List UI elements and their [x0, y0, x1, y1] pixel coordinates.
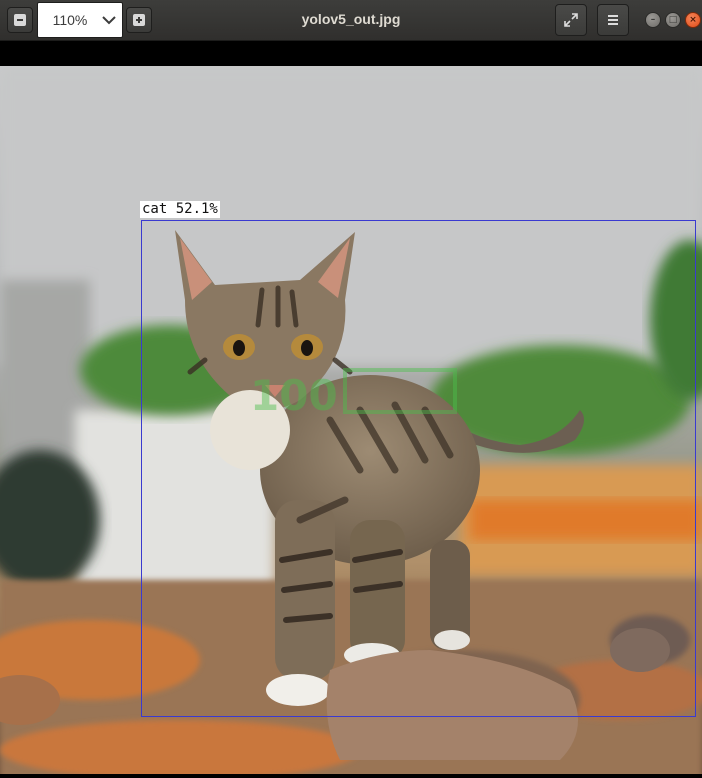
minimize-button[interactable]: – [645, 12, 661, 28]
close-button[interactable]: × [685, 12, 701, 28]
maximize-button[interactable]: □ [665, 12, 681, 28]
fullscreen-button[interactable] [555, 4, 587, 36]
fullscreen-icon [564, 13, 578, 27]
zoom-value[interactable]: 110% [38, 12, 96, 28]
close-icon: × [689, 15, 697, 25]
detection-bounding-box [141, 220, 696, 717]
image-canvas[interactable]: 100 cat 52.1% [0, 66, 702, 774]
header-bar: 110% yolov5_out.jpg – □ × [0, 0, 702, 41]
minimize-icon: – [650, 15, 656, 25]
plus-icon [133, 14, 145, 26]
chevron-down-icon[interactable] [96, 3, 122, 37]
maximize-icon: □ [668, 15, 678, 25]
hamburger-menu-icon [608, 15, 618, 25]
zoom-out-button[interactable] [7, 7, 33, 33]
zoom-in-button[interactable] [126, 7, 152, 33]
zoom-selector[interactable]: 110% [37, 2, 123, 38]
detection-label: cat 52.1% [140, 201, 220, 218]
minus-icon [14, 14, 26, 26]
menu-button[interactable] [597, 4, 629, 36]
